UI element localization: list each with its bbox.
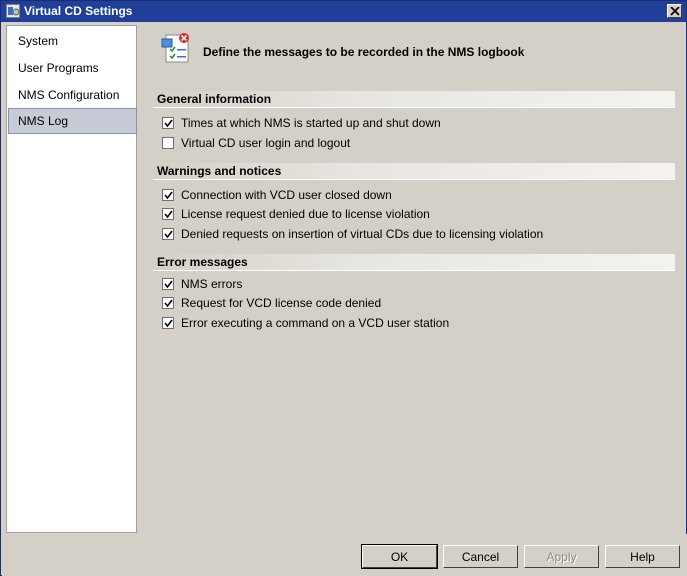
dialog-footer: OK Cancel Apply Help	[2, 534, 687, 576]
nav-item-nms-log[interactable]: NMS Log	[8, 108, 137, 134]
section-general-information: General information	[153, 91, 675, 108]
nav-item-user-programs[interactable]: User Programs	[8, 55, 137, 81]
section-error-messages: Error messages	[153, 254, 675, 271]
checkmark-icon	[164, 280, 173, 289]
option-label: NMS errors	[181, 277, 243, 291]
checkbox-checked[interactable]	[162, 189, 174, 201]
section-warnings-notices: Warnings and notices	[153, 163, 675, 180]
app-icon	[6, 4, 20, 18]
option-label: Virtual CD user login and logout	[181, 136, 351, 150]
checkbox-unchecked[interactable]	[162, 137, 174, 149]
window-title: Virtual CD Settings	[24, 4, 133, 18]
checkbox-checked[interactable]	[162, 208, 174, 220]
settings-dialog: Virtual CD Settings System User Programs…	[0, 0, 687, 576]
checkbox-checked[interactable]	[162, 117, 174, 129]
help-button[interactable]: Help	[605, 545, 680, 568]
cancel-button[interactable]: Cancel	[443, 545, 518, 568]
close-button[interactable]	[667, 4, 682, 18]
ok-button[interactable]: OK	[361, 544, 438, 569]
nms-log-panel: Define the messages to be recorded in th…	[140, 25, 683, 533]
option-label: Request for VCD license code denied	[181, 296, 382, 310]
checkmark-icon	[164, 210, 173, 219]
option-label: License request denied due to license vi…	[181, 207, 430, 221]
option-label: Times at which NMS is started up and shu…	[181, 116, 441, 130]
checkmark-icon	[164, 319, 173, 328]
checkbox-checked[interactable]	[162, 278, 174, 290]
apply-button[interactable]: Apply	[524, 545, 599, 568]
page-description: Define the messages to be recorded in th…	[203, 45, 525, 59]
checkmark-icon	[164, 230, 173, 239]
option-label: Connection with VCD user closed down	[181, 188, 392, 202]
settings-nav: System User Programs NMS Configuration N…	[6, 25, 137, 533]
close-icon	[670, 7, 680, 16]
title-bar[interactable]: Virtual CD Settings	[1, 1, 686, 22]
checkmark-icon	[164, 119, 173, 128]
checkmark-icon	[164, 299, 173, 308]
option-label: Denied requests on insertion of virtual …	[181, 227, 544, 241]
nav-item-nms-configuration[interactable]: NMS Configuration	[8, 82, 137, 108]
checkbox-checked[interactable]	[162, 317, 174, 329]
checklist-icon	[160, 31, 194, 65]
nav-item-system[interactable]: System	[8, 28, 137, 54]
checkbox-checked[interactable]	[162, 228, 174, 240]
checkbox-checked[interactable]	[162, 297, 174, 309]
checkmark-icon	[164, 191, 173, 200]
option-label: Error executing a command on a VCD user …	[181, 316, 450, 330]
